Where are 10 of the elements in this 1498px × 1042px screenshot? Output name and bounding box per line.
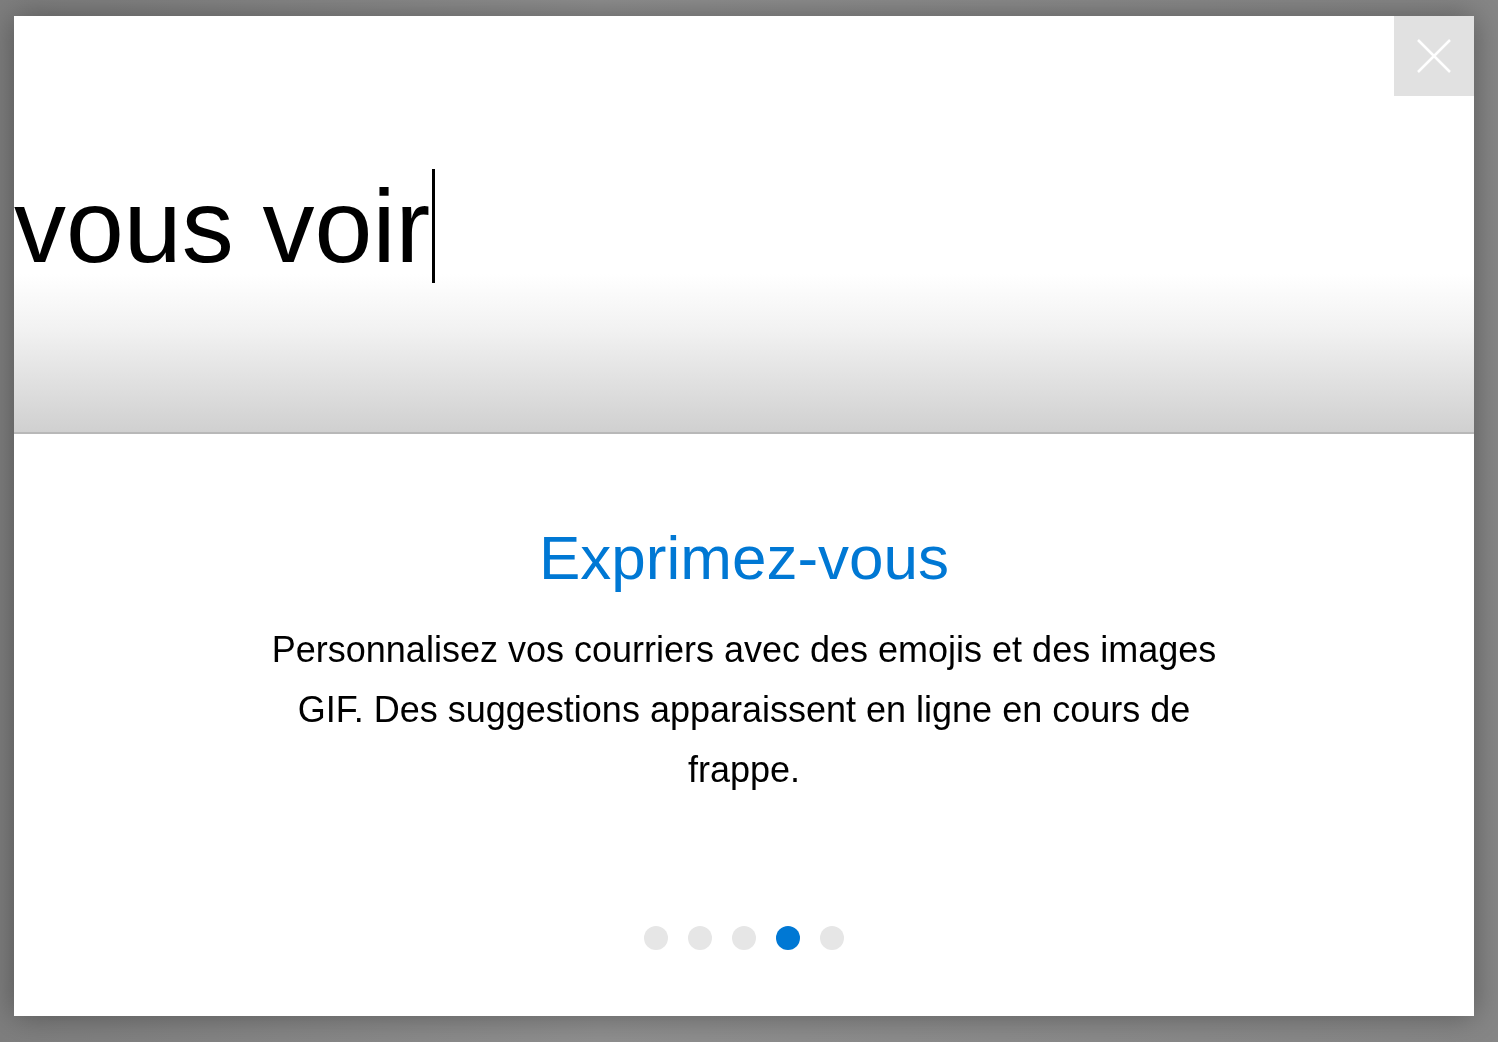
typed-text: vous voir	[14, 168, 431, 284]
page-dot[interactable]	[820, 926, 844, 950]
page-dot[interactable]	[732, 926, 756, 950]
page-dot[interactable]	[688, 926, 712, 950]
close-icon	[1416, 38, 1452, 74]
page-dot[interactable]	[644, 926, 668, 950]
page-dot[interactable]	[776, 926, 800, 950]
dialog-title: Exprimez-vous	[539, 522, 949, 594]
close-button[interactable]	[1394, 16, 1474, 96]
dialog-description: Personnalisez vos courriers avec des emojis et des images GIF. Des suggestions apparaissent en ligne en cours de frappe.	[270, 628, 1218, 792]
